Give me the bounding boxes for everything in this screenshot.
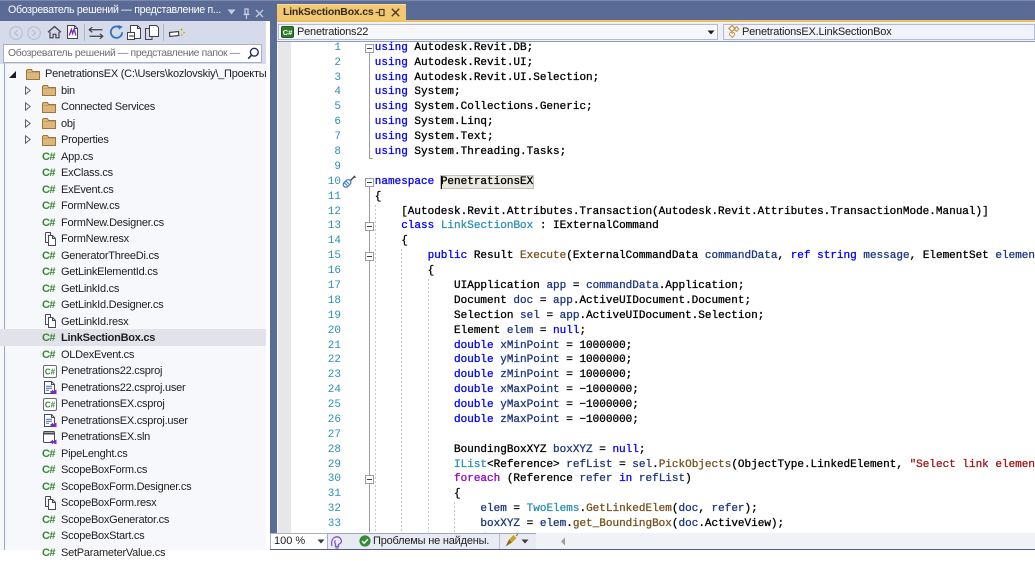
svg-text:C#: C# [45,400,56,409]
svg-text:C#: C# [283,28,293,37]
svg-text:C#: C# [45,367,56,376]
